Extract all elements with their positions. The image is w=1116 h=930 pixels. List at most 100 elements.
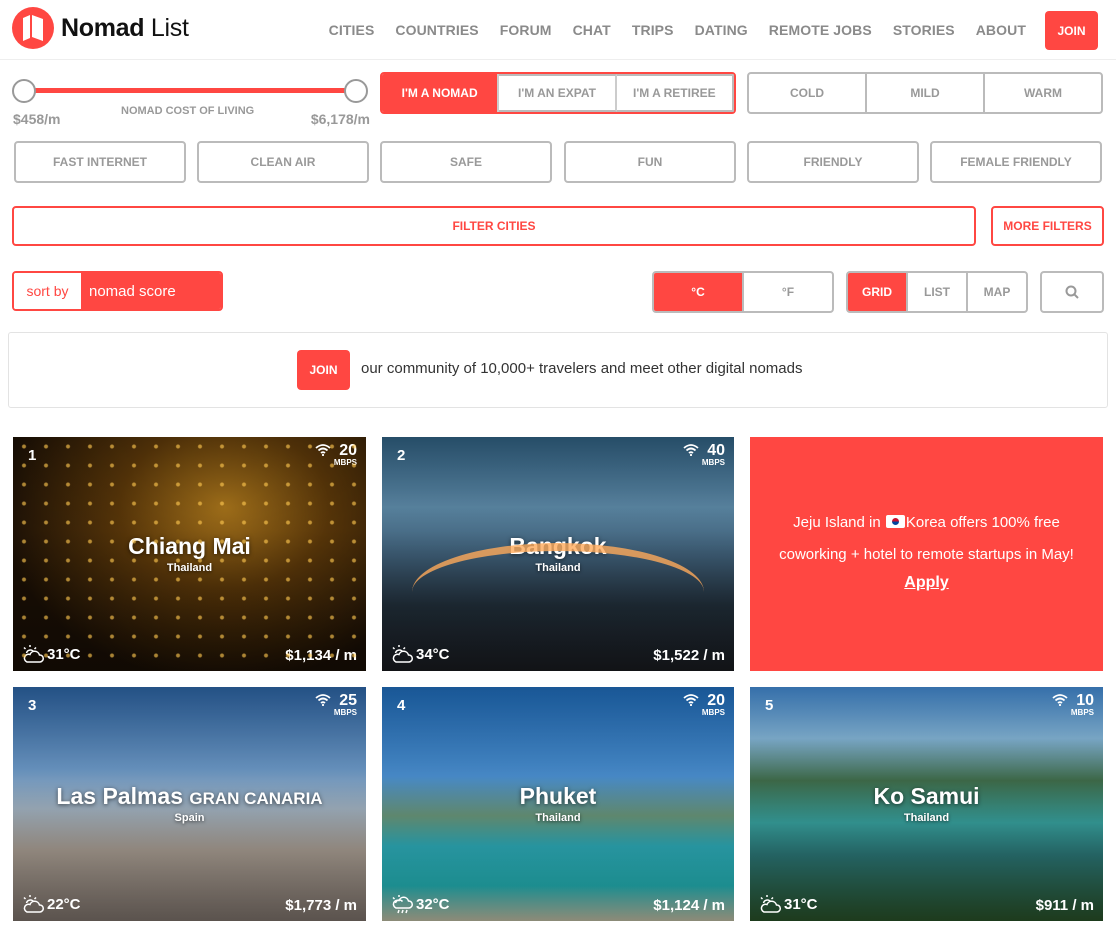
filter-fast-internet[interactable]: FAST INTERNET (14, 141, 186, 183)
tab-retiree[interactable]: I'M A RETIREE (616, 74, 734, 112)
nav-stories[interactable]: STORIES (893, 22, 955, 38)
wifi-speed: 20 MBPS (315, 443, 357, 467)
promo-card[interactable]: Jeju Island in Korea offers 100% free co… (750, 437, 1103, 671)
city-weather: 31°C (758, 894, 818, 914)
city-country: Thailand (903, 812, 950, 824)
tab-expat[interactable]: I'M AN EXPAT (499, 74, 617, 112)
city-rank: 1 (28, 447, 37, 464)
search-button[interactable] (1040, 271, 1104, 313)
join-button[interactable]: JOIN (1045, 11, 1098, 50)
sort-select[interactable]: sort by nomad score (12, 271, 223, 311)
tab-mild[interactable]: MILD (867, 74, 985, 112)
brand-bold: Nomad (61, 14, 145, 42)
city-suffix: GRAN CANARIA (189, 789, 323, 808)
nav-countries[interactable]: COUNTRIES (395, 22, 478, 38)
city-weather: 32°C (390, 894, 450, 914)
filter-female-friendly[interactable]: FEMALE FRIENDLY (930, 141, 1102, 183)
wifi-mbps: 10 (1076, 692, 1094, 709)
partly-cloudy-icon (23, 645, 44, 663)
city-temp: 32°C (416, 895, 450, 913)
city-card-phuket[interactable]: 4 20 MBPS Phuket Thailand 32°C $1,124 / m (382, 687, 734, 921)
city-rank: 2 (397, 447, 406, 464)
wifi-speed: 20 MBPS (683, 693, 725, 717)
city-country: Thailand (535, 812, 581, 824)
nomad-list-logo-icon[interactable] (12, 7, 54, 49)
wifi-icon (315, 694, 331, 706)
filter-safe[interactable]: SAFE (380, 141, 552, 183)
city-card-las-palmas[interactable]: 3 25 MBPS Las Palmas GRAN CANARIA Spain 2… (13, 687, 366, 921)
city-name-text: Phuket (519, 783, 597, 809)
promo-apply-link[interactable]: Apply (750, 574, 1103, 592)
search-icon (1065, 285, 1079, 299)
tab-grid[interactable]: GRID (848, 273, 908, 311)
tab-list[interactable]: LIST (908, 273, 968, 311)
city-weather: 31°C (21, 644, 81, 664)
wifi-unit: MBPS (701, 708, 725, 717)
city-name-text: Bangkok (509, 533, 607, 559)
city-name: Chiang Mai (13, 533, 366, 560)
brand-name[interactable]: Nomad List (61, 14, 189, 43)
banner-text: our community of 10,000+ travelers and m… (361, 360, 803, 377)
banner-join-button[interactable]: JOIN (297, 350, 350, 390)
city-card-chiang-mai[interactable]: 1 20 MBPS Chiang Mai Thailand 31°C $1,134… (13, 437, 366, 671)
wifi-mbps: 40 (707, 442, 725, 459)
promo-text: Jeju Island in Korea offers 100% free co… (768, 507, 1085, 571)
nav-forum[interactable]: FORUM (500, 22, 552, 38)
city-weather: 22°C (21, 894, 81, 914)
nav-chat[interactable]: CHAT (573, 22, 611, 38)
nav-about[interactable]: ABOUT (976, 22, 1026, 38)
tab-nomad[interactable]: I'M A NOMAD (382, 74, 500, 112)
brand-light: List (150, 14, 189, 42)
wifi-icon (683, 444, 699, 456)
nav-trips[interactable]: TRIPS (632, 22, 674, 38)
partly-cloudy-icon (23, 895, 44, 913)
tab-warm[interactable]: WARM (985, 74, 1101, 112)
wifi-mbps: 20 (339, 442, 357, 459)
wifi-mbps: 25 (339, 692, 357, 709)
site-header: Nomad List CITIES COUNTRIES FORUM CHAT T… (0, 0, 1116, 60)
tab-fahrenheit[interactable]: °F (744, 273, 832, 311)
filter-cities-button[interactable]: FILTER CITIES (12, 206, 976, 246)
city-rank: 5 (765, 697, 774, 714)
wifi-icon (1052, 694, 1068, 706)
wifi-icon (683, 694, 699, 706)
main-nav: CITIES COUNTRIES FORUM CHAT TRIPS DATING… (308, 0, 1026, 60)
city-name: Bangkok (382, 533, 734, 560)
cost-slider-track[interactable] (24, 88, 356, 93)
city-temp: 31°C (784, 895, 818, 913)
city-card-bangkok[interactable]: 2 40 MBPS Bangkok Thailand 34°C $1,522 / … (382, 437, 734, 671)
filter-clean-air[interactable]: CLEAN AIR (197, 141, 369, 183)
city-temp: 22°C (47, 895, 81, 913)
city-temp: 34°C (416, 645, 450, 663)
city-cost: $1,124 / m (653, 897, 725, 914)
sort-value[interactable]: nomad score (81, 273, 221, 309)
cost-slider-max-handle[interactable] (344, 79, 368, 103)
more-filters-button[interactable]: MORE FILTERS (991, 206, 1104, 246)
city-weather: 34°C (390, 644, 450, 664)
partly-cloudy-icon (760, 895, 781, 913)
partly-cloudy-icon (392, 645, 413, 663)
wifi-unit: MBPS (333, 458, 357, 467)
nav-dating[interactable]: DATING (695, 22, 748, 38)
city-country: Spain (174, 812, 205, 824)
tab-cold[interactable]: COLD (749, 74, 867, 112)
tab-celsius[interactable]: °C (654, 273, 744, 311)
city-rank: 4 (397, 697, 406, 714)
tab-map[interactable]: MAP (968, 273, 1026, 311)
nav-remote-jobs[interactable]: REMOTE JOBS (769, 22, 872, 38)
cost-slider-label: NOMAD COST OF LIVING (121, 105, 255, 117)
cost-slider-min-handle[interactable] (12, 79, 36, 103)
city-name-text: Chiang Mai (128, 533, 251, 559)
temp-unit-tabs: °C °F (652, 271, 834, 313)
filter-fun[interactable]: FUN (564, 141, 736, 183)
nav-cities[interactable]: CITIES (329, 22, 375, 38)
promo-text-before: Jeju Island in (793, 514, 881, 531)
climate-tabs: COLD MILD WARM (747, 72, 1103, 114)
wifi-unit: MBPS (1070, 708, 1094, 717)
filter-friendly[interactable]: FRIENDLY (747, 141, 919, 183)
wifi-unit: MBPS (333, 708, 357, 717)
city-name-text: Ko Samui (873, 783, 980, 809)
view-mode-tabs: GRID LIST MAP (846, 271, 1028, 313)
city-card-ko-samui[interactable]: 5 10 MBPS Ko Samui Thailand 31°C $911 / m (750, 687, 1103, 921)
wifi-mbps: 20 (707, 692, 725, 709)
